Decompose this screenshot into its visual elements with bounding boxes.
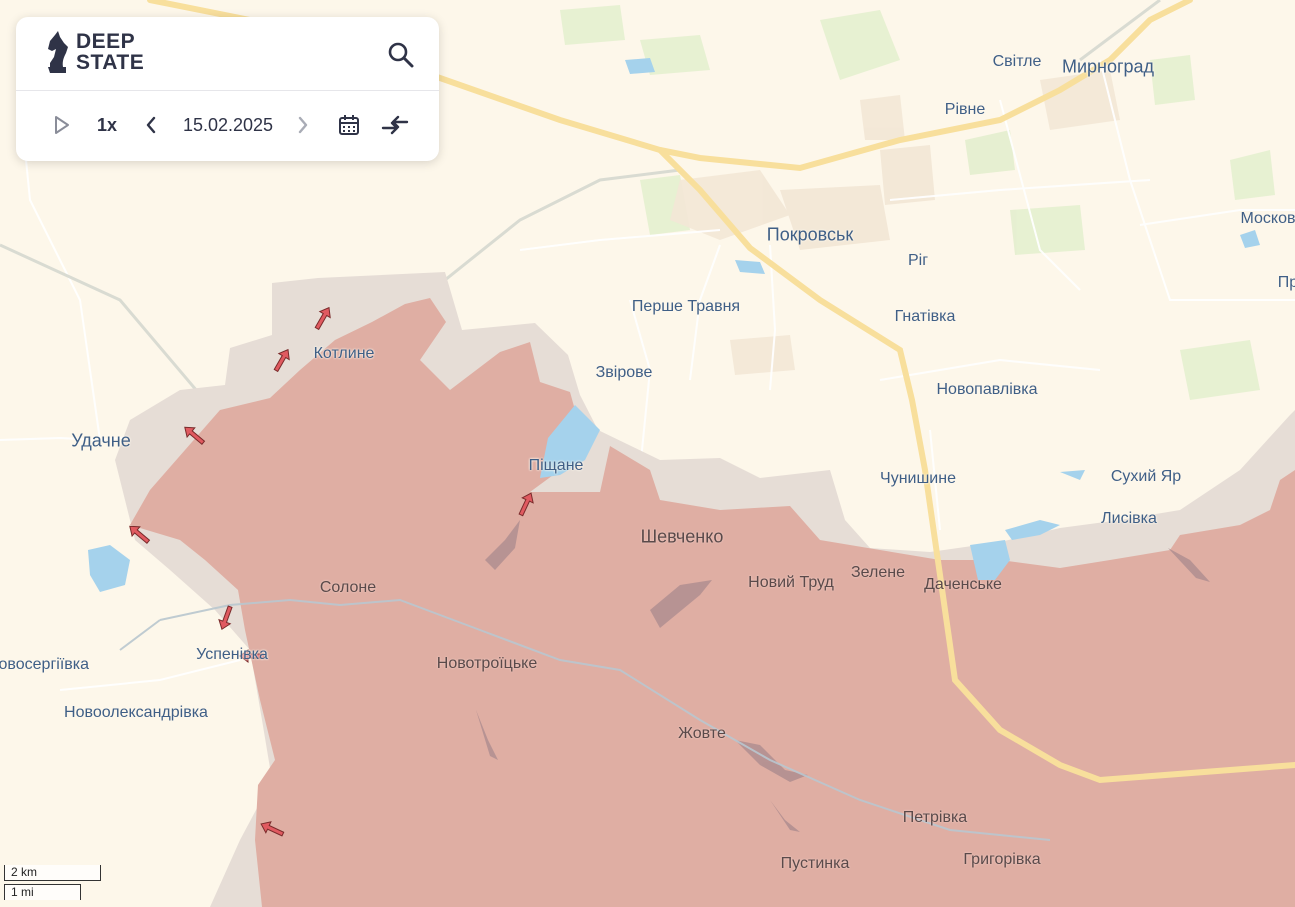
place-label: Новосергіївка [0,656,90,673]
place-label: Рівне [944,101,986,118]
place-label: Новий Труд [748,574,834,591]
place-label: Сухий Яр [1110,468,1182,485]
occupied-zone [130,298,1295,907]
place-label: Піщане [528,457,584,474]
compare-button[interactable] [380,112,410,138]
play-icon [55,116,69,134]
prev-date-button[interactable] [140,113,162,137]
place-label: Солоне [319,579,377,596]
place-label: Новопавлівка [936,381,1038,398]
knight-icon [48,31,68,73]
place-label: Москов [1240,210,1295,227]
place-label: Покровськ [766,224,854,245]
place-label: Звірове [595,364,653,381]
map-scale-miles: 1 mi [4,884,81,900]
place-label: Мирноград [1061,56,1155,77]
speed-button[interactable]: 1x [92,113,122,137]
calendar-icon [339,115,359,135]
field-patches [560,5,1275,400]
place-label: Зелене [851,564,905,581]
logo-line2: STATE [76,51,145,74]
place-label: Лисівка [1101,510,1157,527]
place-label: Ріг [907,252,929,269]
place-label: Котлине [313,345,375,362]
search-icon[interactable] [387,41,415,69]
place-label: Чунишине [880,470,956,487]
place-label: Гнатівка [894,308,956,325]
scale-mi: 1 mi [4,884,81,900]
place-label: Світле [992,53,1042,70]
chevron-right-icon [298,116,308,134]
logo-line1: DEEP [76,30,136,53]
place-label: Шевченко [640,526,724,547]
place-label: Удачне [71,430,131,451]
map-scale: 2 km [4,865,101,881]
place-label: Новоолександрівка [64,704,208,721]
compare-arrows-icon [381,115,409,135]
calendar-button[interactable] [336,112,362,138]
place-label: Перше Травня [631,298,741,315]
date-display[interactable]: 15.02.2025 [176,113,280,137]
control-panel: DEEP STATE 1x 15.02.2025 [16,17,439,161]
play-button[interactable] [50,113,74,137]
next-date-button[interactable] [292,113,314,137]
panel-divider [16,90,439,91]
place-label: Григорівка [963,851,1041,868]
place-label: Новотроїцьке [436,655,538,672]
scale-km: 2 km [4,865,101,881]
place-label: Успенівка [196,646,268,663]
place-label: Пр [1277,274,1295,291]
chevron-left-icon [146,116,156,134]
place-label: Петрівка [902,809,968,826]
deepstate-logo[interactable]: DEEP STATE [44,29,144,75]
place-label: Жовте [678,725,726,742]
place-label: Пустинка [780,855,850,872]
place-label: Даченське [924,576,1002,593]
